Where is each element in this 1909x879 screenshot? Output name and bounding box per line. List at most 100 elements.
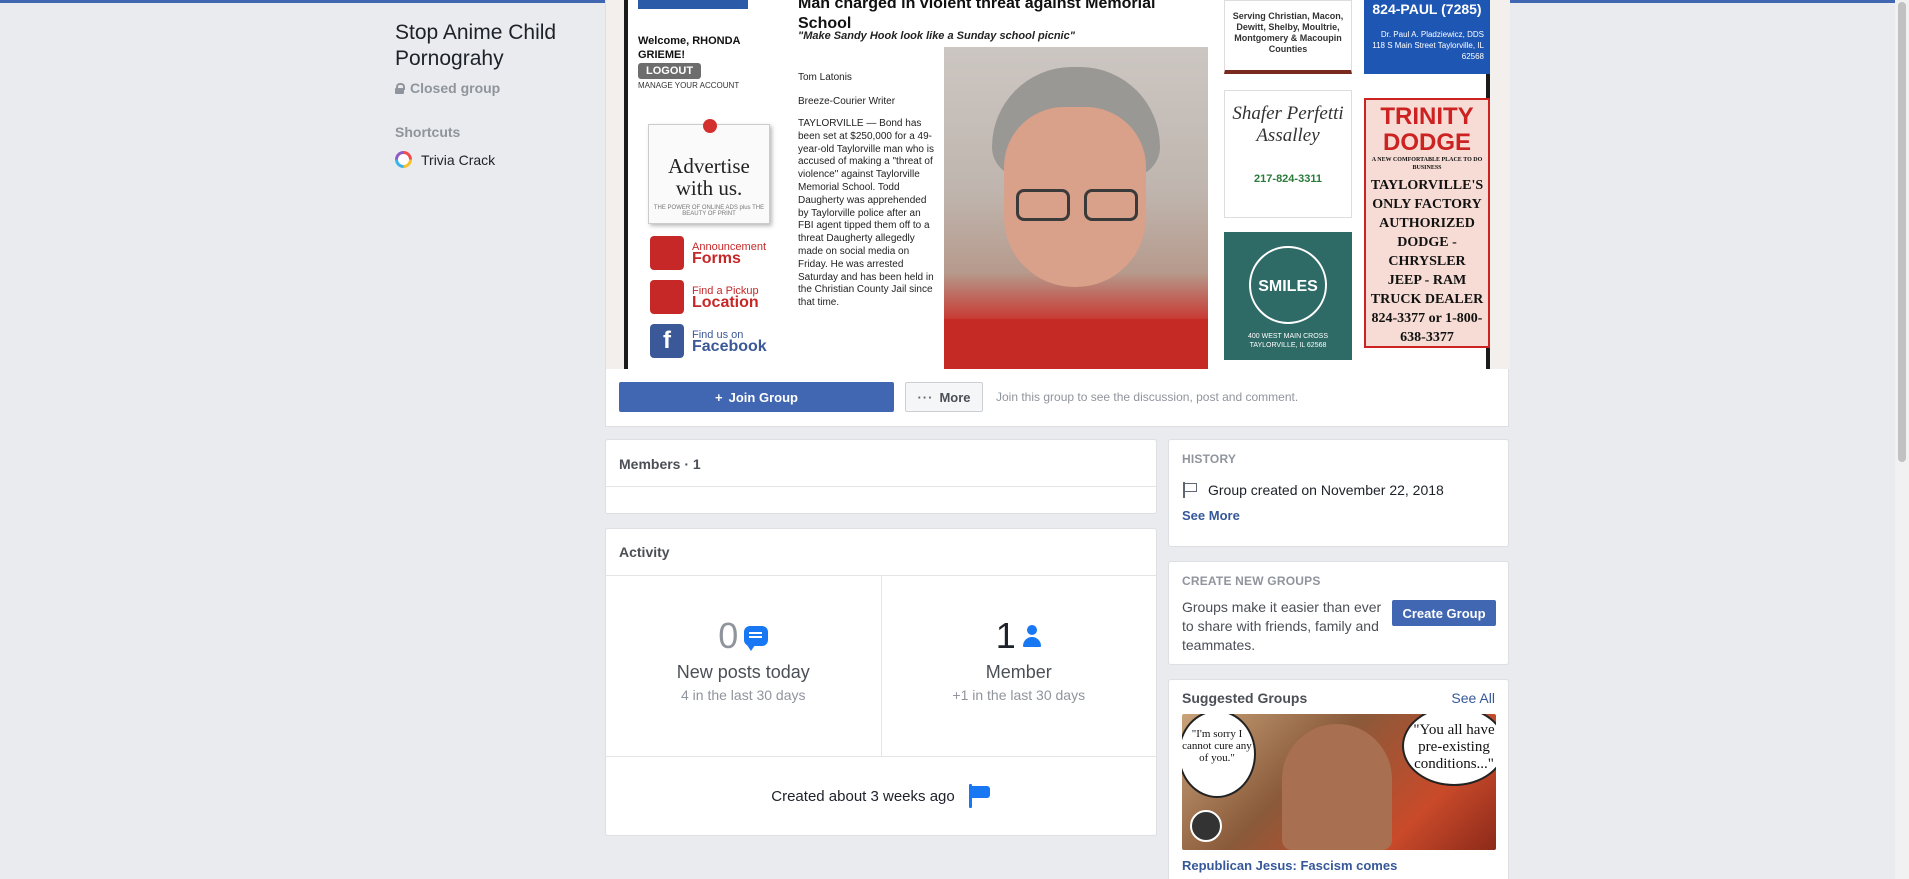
form-icon	[650, 236, 684, 270]
members-count-row: 1	[996, 616, 1042, 656]
lock-icon	[395, 83, 405, 94]
stat-new-posts: 0 New posts today 4 in the last 30 days	[606, 576, 881, 756]
posts-sub: 4 in the last 30 days	[680, 687, 806, 703]
members-label: Member	[985, 662, 1052, 682]
members-card: Members · 1	[605, 439, 1157, 514]
advertise-text: Advertise with us.	[668, 154, 750, 200]
ad-trinity-name: TRINITY DODGE	[1380, 103, 1474, 156]
shortcut-trivia-crack[interactable]: Trivia Crack	[395, 151, 595, 168]
shortcuts-heading: Shortcuts	[395, 124, 461, 140]
ad-shafer-name: Shafer Perfetti Assalley	[1232, 103, 1344, 146]
link-big: Location	[692, 294, 759, 311]
created-text: Created about 3 weeks ago	[771, 787, 955, 805]
posts-chat-icon	[744, 626, 769, 651]
newspaper-advertise: Advertise with us. THE POWER OF ONLINE A…	[648, 119, 770, 224]
history-created-text: Group created on November 22, 2018	[1208, 482, 1444, 498]
scrollbar-thumb[interactable]	[1898, 2, 1906, 462]
page-scrollbar[interactable]	[1895, 0, 1909, 879]
facebook-icon: f	[650, 324, 684, 358]
link-big: Facebook	[692, 338, 767, 355]
left-column: Stop Anime Child Pornograhy Closed group…	[395, 20, 595, 168]
suggested-groups-card: Suggested Groups See All "I'm sorry I ca…	[1168, 679, 1509, 879]
link-big: Forms	[692, 250, 741, 267]
suggested-header: Suggested Groups See All	[1182, 690, 1495, 706]
more-button[interactable]: ··· More	[905, 382, 983, 412]
suggested-group-name[interactable]: Republican Jesus: Fascism comes	[1182, 858, 1495, 873]
join-group-button[interactable]: + Join Group	[619, 382, 894, 412]
join-group-label: Join Group	[728, 389, 798, 405]
newspaper-logout: LOGOUT	[638, 63, 702, 79]
ad-smiles-address: 400 WEST MAIN CROSS TAYLORVILLE, IL 6256…	[1247, 333, 1328, 349]
pushpin-icon	[703, 119, 717, 133]
newspaper-subhead: "Make Sandy Hook look like a Sunday scho…	[798, 30, 1075, 42]
see-more-link[interactable]: See More	[1182, 508, 1240, 523]
newspaper-link-text: Find us on Facebook	[692, 329, 767, 355]
stat-members: 1 Member +1 in the last 30 days	[880, 576, 1157, 756]
activity-stats: 0 New posts today 4 in the last 30 days …	[606, 576, 1156, 757]
mugshot-photo	[944, 47, 1208, 369]
location-icon	[650, 280, 684, 314]
posts-count: 0	[718, 615, 739, 656]
history-created-row: Group created on November 22, 2018	[1182, 482, 1495, 498]
newspaper-welcome: Welcome, RHONDA GRIEME!	[638, 35, 741, 61]
ad-smiles: SMILES 400 WEST MAIN CROSS TAYLORVILLE, …	[1224, 232, 1352, 360]
newspaper-link-facebook: f Find us on Facebook	[650, 324, 767, 358]
group-privacy: Closed group	[395, 80, 595, 96]
newspaper-author: Tom Latonis	[798, 72, 852, 83]
newspaper-banner	[638, 0, 748, 9]
ad-paul-phone: 824-PAUL (7285)	[1372, 1, 1482, 17]
create-groups-heading: CREATE NEW GROUPS	[1182, 574, 1321, 588]
posts-count-row: 0	[718, 615, 769, 656]
group-action-bar: + Join Group ··· More Join this group to…	[606, 369, 1508, 426]
activity-card: Activity 0 New posts today 4 in the last…	[605, 528, 1157, 836]
newspaper-author-role: Breeze-Courier Writer	[798, 96, 896, 107]
members-heading[interactable]: Members · 1	[606, 440, 1156, 487]
create-groups-text: Groups make it easier than ever to share…	[1182, 599, 1382, 653]
history-heading: HISTORY	[1182, 452, 1237, 466]
advertise-small: THE POWER OF ONLINE ADS plus THE BEAUTY …	[653, 205, 765, 217]
flag-icon	[967, 784, 991, 808]
ad-trinity-body: TAYLORVILLE'S ONLY FACTORY AUTHORIZED DO…	[1370, 178, 1484, 345]
newspaper-body: TAYLORVILLE — Bond has been set at $250,…	[798, 118, 934, 309]
ad-smiles-logo: SMILES	[1249, 246, 1327, 324]
cover-photo[interactable]: Welcome, RHONDA GRIEME! LOGOUT MANAGE YO…	[606, 0, 1510, 369]
dismiss-suggestion-icon[interactable]: ×	[1482, 716, 1490, 732]
speech-bubble-left: "I'm sorry I cannot cure any of you."	[1182, 714, 1256, 798]
suggested-heading: Suggested Groups	[1182, 690, 1308, 706]
ad-shafer-phone: 217-824-3311	[1254, 173, 1322, 185]
glasses-right	[1084, 189, 1138, 221]
posts-label: New posts today	[676, 662, 810, 682]
see-all-link[interactable]: See All	[1451, 690, 1495, 706]
join-hint: Join this group to see the discussion, p…	[996, 390, 1299, 404]
history-card: HISTORY Group created on November 22, 20…	[1168, 439, 1509, 547]
newspaper-link-text: Find a Pickup Location	[692, 285, 759, 311]
group-title[interactable]: Stop Anime Child Pornograhy	[395, 20, 595, 72]
privacy-label: Closed group	[410, 80, 501, 96]
trivia-crack-icon	[395, 151, 412, 168]
cover-section: Welcome, RHONDA GRIEME! LOGOUT MANAGE YO…	[605, 0, 1510, 427]
suggested-group-avatar	[1190, 810, 1222, 842]
newspaper-link-text: Announcement Forms	[692, 241, 766, 267]
newspaper-headline: Man charged in violent threat against Me…	[798, 0, 1156, 32]
plus-icon: +	[715, 389, 723, 405]
more-dots-icon: ···	[917, 389, 934, 405]
members-count: 1	[995, 615, 1016, 656]
history-flag-icon	[1182, 482, 1198, 498]
newspaper-link-location: Find a Pickup Location	[650, 280, 759, 314]
shortcut-label: Trivia Crack	[421, 151, 496, 168]
ad-trinity: TRINITY DODGE A NEW COMFORTABLE PLACE TO…	[1364, 98, 1490, 348]
ad-counties: Serving Christian, Macon, Dewitt, Shelby…	[1224, 0, 1352, 74]
ad-trinity-tag: A NEW COMFORTABLE PLACE TO DO BUSINESS	[1371, 157, 1483, 171]
figure-shape	[1282, 724, 1392, 850]
members-sub: +1 in the last 30 days	[952, 687, 1086, 703]
person-icon	[1022, 624, 1042, 648]
ad-paul-lines: Dr. Paul A. Pladziewicz, DDS 118 S Main …	[1372, 30, 1484, 61]
created-row: Created about 3 weeks ago	[606, 757, 1156, 835]
suggested-group-image[interactable]: "I'm sorry I cannot cure any of you." "Y…	[1182, 714, 1496, 850]
more-label: More	[939, 389, 971, 405]
create-group-button[interactable]: Create Group	[1392, 600, 1496, 626]
newspaper-manage: MANAGE YOUR ACCOUNT	[638, 81, 740, 90]
newspaper-link-forms: Announcement Forms	[650, 236, 766, 270]
shirt-shape	[944, 319, 1208, 369]
ad-paul: 824-PAUL (7285) Dr. Paul A. Pladziewicz,…	[1364, 0, 1490, 74]
